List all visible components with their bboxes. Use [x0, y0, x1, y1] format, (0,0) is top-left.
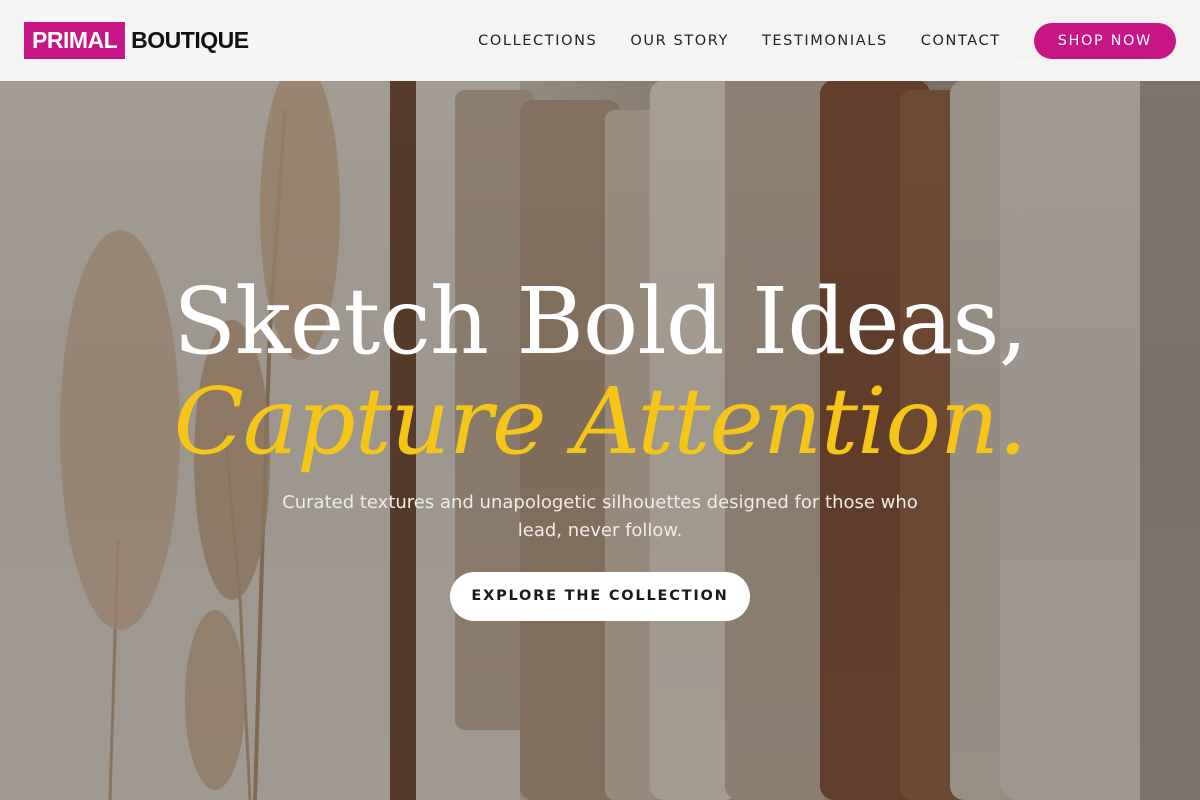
main-nav: COLLECTIONS OUR STORY TESTIMONIALS CONTA…	[478, 22, 1176, 59]
brand-logo[interactable]: PRIMAL BOUTIQUE	[24, 22, 249, 59]
nav-link-contact[interactable]: CONTACT	[921, 33, 1001, 49]
shop-now-button[interactable]: SHOP NOW	[1033, 22, 1176, 59]
nav-link-collections[interactable]: COLLECTIONS	[478, 33, 597, 49]
hero-subtitle: Curated textures and unapologetic silhou…	[282, 492, 918, 541]
site-header: PRIMAL BOUTIQUE COLLECTIONS OUR STORY TE…	[0, 0, 1200, 81]
logo-primary-text: PRIMAL	[24, 22, 126, 59]
explore-collection-button[interactable]: EXPLORE THE COLLECTION	[450, 572, 750, 621]
nav-link-our-story[interactable]: OUR STORY	[630, 33, 729, 49]
hero-headline-accent: Capture Attention.	[173, 368, 1028, 475]
logo-secondary-text: BOUTIQUE	[131, 27, 249, 53]
hero-headline: Sketch Bold Ideas,	[173, 268, 1028, 375]
hero-content: Sketch Bold Ideas, Capture Attention. Cu…	[0, 0, 1200, 800]
nav-link-testimonials[interactable]: TESTIMONIALS	[762, 33, 888, 49]
